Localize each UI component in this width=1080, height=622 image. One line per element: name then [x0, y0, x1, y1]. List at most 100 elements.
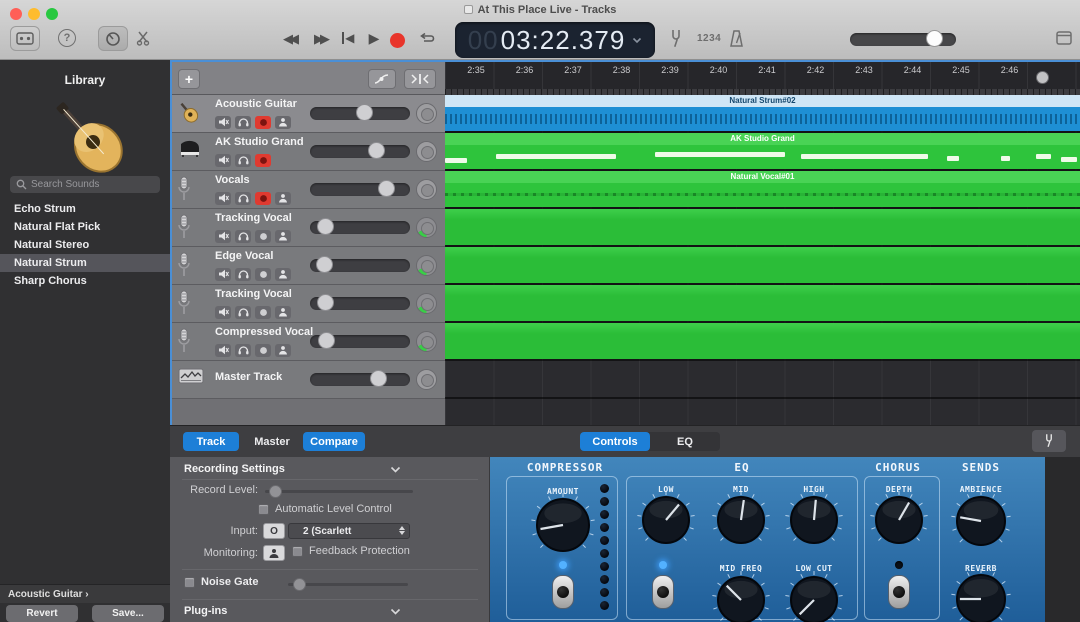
track-header-compressed-vocal[interactable]: Compressed Vocal: [170, 323, 445, 361]
library-toggle-button[interactable]: [10, 26, 40, 51]
chorus-power-switch[interactable]: [888, 575, 910, 609]
input-mono-button[interactable]: O: [263, 523, 285, 539]
pan-knob[interactable]: [416, 331, 437, 352]
automation-button[interactable]: [368, 69, 396, 89]
library-item-natural-stereo[interactable]: Natural Stereo: [0, 236, 170, 254]
volume-thumb[interactable]: [370, 370, 387, 387]
record-level-slider[interactable]: [265, 490, 413, 493]
noise-gate-slider[interactable]: [288, 583, 408, 586]
fast-forward-button[interactable]: ▶▶: [305, 31, 335, 47]
compressor-power-switch[interactable]: [552, 575, 574, 609]
eq-power-switch[interactable]: [652, 575, 674, 609]
record-enable-button[interactable]: [255, 344, 271, 357]
solo-button[interactable]: [235, 116, 251, 129]
tab-master[interactable]: Master: [246, 432, 298, 451]
pan-knob[interactable]: [416, 255, 437, 276]
tab-controls[interactable]: Controls: [580, 432, 650, 451]
editors-button[interactable]: [136, 30, 151, 51]
volume-thumb[interactable]: [378, 180, 395, 197]
mute-button[interactable]: [215, 154, 231, 167]
rewind-button[interactable]: ◀◀: [274, 31, 304, 47]
depth-knob[interactable]: [869, 490, 929, 555]
count-in-button[interactable]: 1234: [697, 33, 721, 44]
noise-gate-checkbox[interactable]: [184, 577, 195, 588]
track-lane-vocals[interactable]: Natural Vocal#01: [445, 171, 1080, 209]
region-body[interactable]: [445, 209, 1080, 245]
media-browser-button[interactable]: [1056, 31, 1072, 50]
volume-thumb[interactable]: [368, 142, 385, 159]
record-enable-button[interactable]: [255, 192, 271, 205]
library-item-echo-strum[interactable]: Echo Strum: [0, 200, 170, 218]
pan-knob[interactable]: [416, 369, 437, 390]
volume-slider[interactable]: [310, 145, 410, 158]
region-body[interactable]: [445, 247, 1080, 283]
pan-knob[interactable]: [416, 179, 437, 200]
region-body[interactable]: [445, 323, 1080, 359]
track-lane-tracking-vocal[interactable]: [445, 285, 1080, 323]
tuner-button[interactable]: [1032, 430, 1066, 452]
track-header-tracking-vocal[interactable]: Tracking Vocal: [170, 285, 445, 323]
monitoring-button[interactable]: [263, 545, 285, 561]
record-enable-button[interactable]: [255, 154, 271, 167]
volume-slider[interactable]: [310, 107, 410, 120]
mid-freq-knob[interactable]: [711, 570, 771, 622]
track-lane-acoustic-guitar[interactable]: Natural Strum#02: [445, 95, 1080, 133]
track-header-tracking-vocal[interactable]: Tracking Vocal: [170, 209, 445, 247]
solo-button[interactable]: [235, 192, 251, 205]
low-knob[interactable]: [636, 490, 696, 555]
solo-button[interactable]: [235, 306, 251, 319]
pan-knob[interactable]: [416, 141, 437, 162]
volume-thumb[interactable]: [317, 294, 334, 311]
input-source-popup[interactable]: 2 (Scarlett: [288, 523, 410, 539]
record-enable-button[interactable]: [255, 268, 271, 281]
plugins-collapse-icon[interactable]: [390, 608, 401, 615]
volume-thumb[interactable]: [356, 104, 373, 121]
reverb-knob[interactable]: [950, 568, 1012, 622]
region-body[interactable]: [445, 145, 1080, 169]
mute-button[interactable]: [215, 344, 231, 357]
play-button[interactable]: ▶: [362, 30, 386, 47]
quick-help-button[interactable]: ?: [58, 29, 76, 47]
tab-track[interactable]: Track: [183, 432, 239, 451]
mute-button[interactable]: [215, 230, 231, 243]
tab-compare[interactable]: Compare: [303, 432, 365, 451]
volume-slider[interactable]: [310, 259, 410, 272]
cycle-button[interactable]: [418, 31, 436, 51]
volume-slider[interactable]: [310, 221, 410, 234]
master-output-volume-thumb[interactable]: [926, 30, 943, 47]
pan-knob[interactable]: [416, 293, 437, 314]
monitor-button[interactable]: [275, 268, 291, 281]
volume-slider[interactable]: [310, 183, 410, 196]
region-body[interactable]: [445, 183, 1080, 207]
low-cut-knob[interactable]: [784, 570, 844, 622]
amount-knob[interactable]: [530, 492, 596, 563]
pan-knob[interactable]: [416, 217, 437, 238]
record-enable-button[interactable]: [255, 306, 271, 319]
master-output-volume-slider[interactable]: [850, 33, 956, 46]
mute-button[interactable]: [215, 268, 231, 281]
track-lane-tracking-vocal[interactable]: [445, 209, 1080, 247]
lcd-time-display[interactable]: 00 03:22.379: [455, 22, 655, 58]
track-header-edge-vocal[interactable]: Edge Vocal: [170, 247, 445, 285]
input-stepper-icon[interactable]: [399, 526, 405, 535]
solo-button[interactable]: [235, 230, 251, 243]
track-header-vocals[interactable]: Vocals: [170, 171, 445, 209]
recording-settings-collapse-icon[interactable]: [390, 466, 401, 473]
volume-slider[interactable]: [310, 297, 410, 310]
feedback-protection-checkbox[interactable]: [292, 546, 303, 557]
solo-button[interactable]: [235, 268, 251, 281]
track-lane-master-track[interactable]: [445, 361, 1080, 399]
mute-button[interactable]: [215, 116, 231, 129]
monitor-button[interactable]: [275, 230, 291, 243]
library-item-sharp-chorus[interactable]: Sharp Chorus: [0, 272, 170, 290]
volume-thumb[interactable]: [317, 218, 334, 235]
track-header-master-track[interactable]: Master Track: [170, 361, 445, 399]
mute-button[interactable]: [215, 306, 231, 319]
record-button[interactable]: [390, 33, 405, 48]
save-button[interactable]: Save...: [92, 605, 164, 622]
automatic-level-checkbox[interactable]: [258, 504, 269, 515]
high-knob[interactable]: [784, 490, 844, 555]
library-item-natural-strum[interactable]: Natural Strum: [0, 254, 170, 272]
solo-button[interactable]: [235, 344, 251, 357]
horizontal-zoom-knob[interactable]: [1036, 71, 1049, 84]
